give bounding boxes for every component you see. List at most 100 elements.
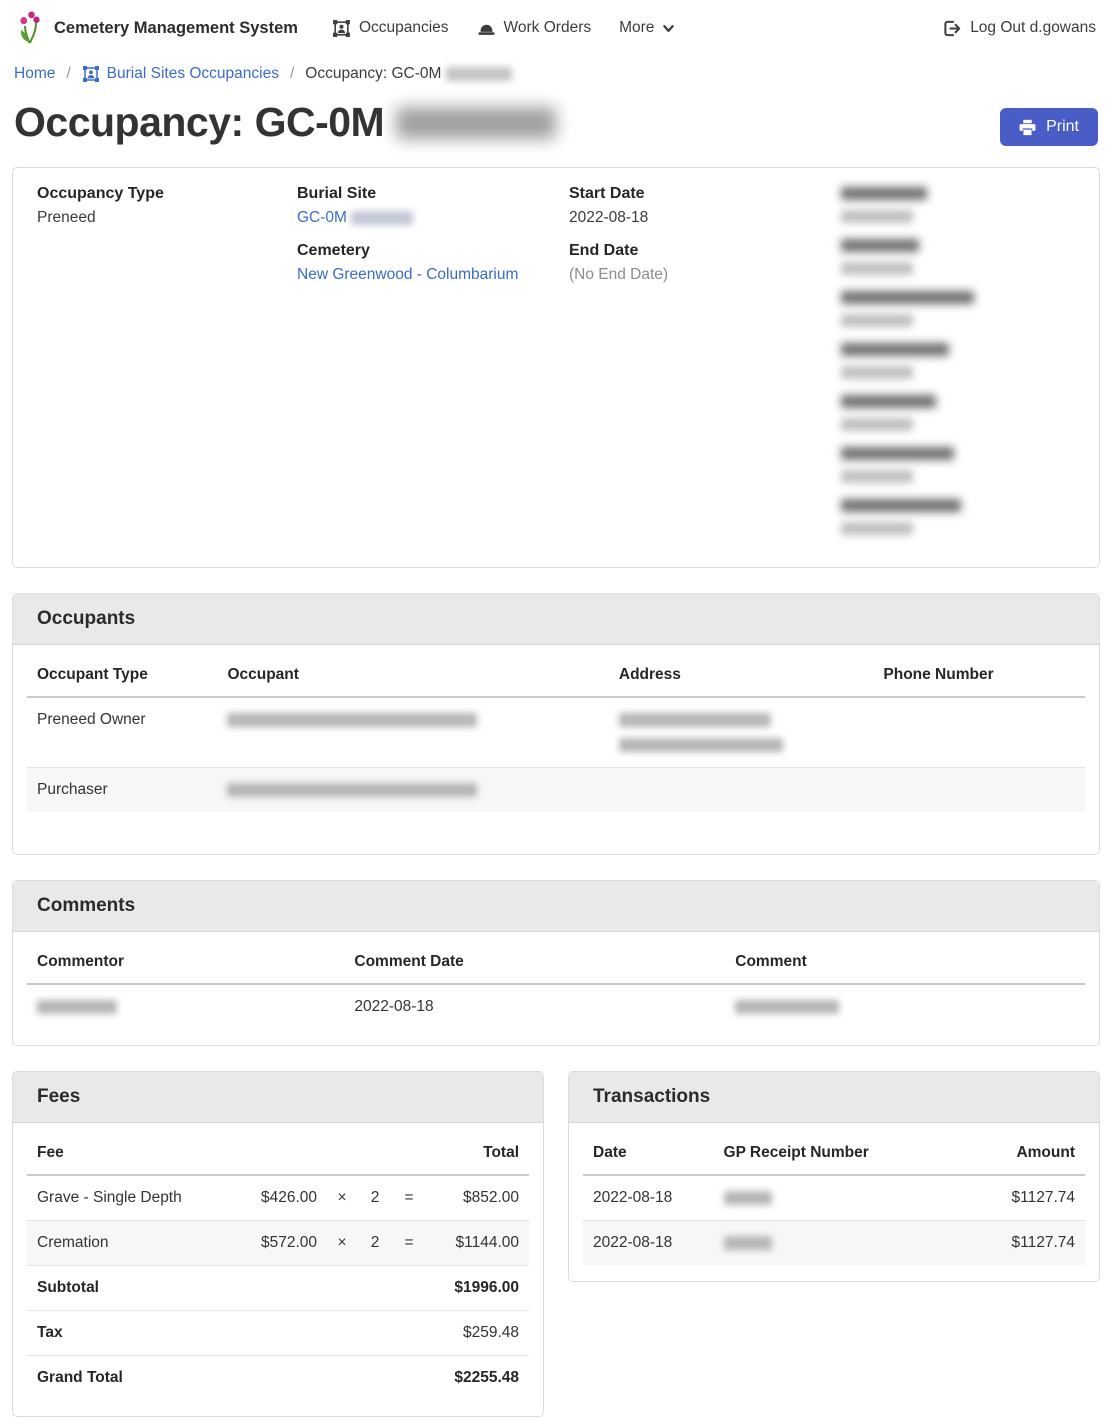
redacted-field [841, 447, 1075, 483]
comments-section-title: Comments [13, 881, 1099, 932]
top-navbar: Cemetery Management System Occupancies W… [0, 0, 1112, 56]
fee-name-cell: Cremation [27, 1221, 235, 1266]
occupancy-plot-icon [332, 19, 351, 38]
occupants-col-type: Occupant Type [27, 651, 217, 697]
occupant-name-cell [217, 697, 608, 768]
tulip-logo-icon [16, 10, 44, 46]
page-title: Occupancy: GC-0M [14, 99, 556, 146]
page-title-text: Occupancy: GC-0M [14, 99, 384, 146]
fee-row: Grave - Single Depth $426.00 × 2 = $852.… [27, 1175, 529, 1221]
transaction-date-cell: 2022-08-18 [583, 1175, 714, 1221]
transaction-row: 2022-08-18 $1127.74 [583, 1175, 1085, 1221]
occupants-col-address: Address [609, 651, 874, 697]
occupant-address-cell [609, 768, 874, 813]
logout-link[interactable]: Log Out d.gowans [942, 19, 1096, 38]
breadcrumb-occupancies-label: Burial Sites Occupancies [107, 65, 279, 83]
occupants-col-phone: Phone Number [873, 651, 1085, 697]
redacted-value [841, 262, 913, 275]
redacted-label [841, 395, 936, 408]
fees-tax-row: Tax $259.48 [27, 1311, 529, 1356]
comments-col-date: Comment Date [344, 938, 725, 984]
comment-row: 2022-08-18 [27, 984, 1085, 1029]
redacted-label [841, 291, 974, 304]
redacted-label [841, 447, 954, 460]
details-column-3: Start Date 2022-08-18 End Date (No End D… [569, 183, 841, 551]
fees-section: Fees Fee Total [12, 1071, 544, 1417]
transactions-section-title: Transactions [569, 1072, 1099, 1123]
fee-total-cell: $852.00 [425, 1175, 529, 1221]
redacted-text [446, 67, 512, 81]
details-column-redacted [841, 183, 1075, 551]
comments-col-comment: Comment [725, 938, 1085, 984]
printer-icon [1019, 119, 1036, 136]
breadcrumb-separator: / [290, 65, 294, 83]
redacted-label [841, 499, 961, 512]
transaction-amount-cell: $1127.74 [934, 1175, 1085, 1221]
occupant-phone-cell [873, 768, 1085, 813]
occupants-section: Occupants Occupant Type Occupant Address… [12, 593, 1100, 855]
transactions-section: Transactions Date GP Receipt Number Amou… [568, 1071, 1100, 1282]
occupant-type-cell: Purchaser [27, 768, 217, 813]
start-date-field: Start Date 2022-08-18 [569, 183, 841, 229]
fee-times-cell: × [327, 1221, 357, 1266]
subtotal-label: Subtotal [27, 1266, 425, 1311]
grand-total-value: $2255.48 [425, 1356, 529, 1401]
fees-subtotal-row: Subtotal $1996.00 [27, 1266, 529, 1311]
redacted-text [724, 1191, 772, 1205]
breadcrumb-current-label: Occupancy: GC-0M [305, 65, 441, 83]
redacted-field [841, 499, 1075, 535]
details-column-2: Burial Site GC-0M Cemetery New Greenwood… [297, 183, 569, 551]
occupant-row: Purchaser [27, 768, 1085, 813]
end-date-label: End Date [569, 240, 841, 262]
comments-section: Comments Commentor Comment Date Comment … [12, 880, 1100, 1046]
print-button[interactable]: Print [1000, 108, 1098, 146]
transaction-receipt-cell [714, 1221, 935, 1266]
chevron-down-icon [662, 22, 675, 35]
cemetery-field: Cemetery New Greenwood - Columbarium [297, 240, 569, 286]
nav-occupancies-label: Occupancies [359, 19, 449, 37]
occupant-name-cell [217, 768, 608, 813]
transaction-date-cell: 2022-08-18 [583, 1221, 714, 1266]
redacted-label [841, 187, 927, 200]
redacted-text [735, 1000, 839, 1014]
details-column-1: Occupancy Type Preneed [37, 183, 297, 551]
fees-col-fee: Fee [27, 1129, 235, 1175]
transaction-row: 2022-08-18 $1127.74 [583, 1221, 1085, 1266]
occupants-col-occupant: Occupant [217, 651, 608, 697]
fees-table: Fee Total Grave - Single Depth $426.00 [27, 1129, 529, 1400]
tax-value: $259.48 [425, 1311, 529, 1356]
comment-date-cell: 2022-08-18 [344, 984, 725, 1029]
redacted-value [841, 470, 913, 483]
nav-occupancies[interactable]: Occupancies [332, 19, 449, 38]
burial-site-label: Burial Site [297, 183, 569, 205]
redacted-text [724, 1236, 772, 1250]
redacted-value [841, 522, 913, 535]
log-out-icon [942, 19, 961, 38]
transactions-col-amount: Amount [934, 1129, 1085, 1175]
subtotal-value: $1996.00 [425, 1266, 529, 1311]
redacted-value [841, 314, 913, 327]
fee-times-cell: × [327, 1175, 357, 1221]
redacted-field [841, 291, 1075, 327]
redacted-field [841, 239, 1075, 275]
fee-name-cell: Grave - Single Depth [27, 1175, 235, 1221]
burial-site-link[interactable]: GC-0M [297, 209, 347, 226]
fee-price-cell: $426.00 [235, 1175, 327, 1221]
breadcrumb-occupancies-link[interactable]: Burial Sites Occupancies [82, 65, 279, 83]
nav-work-orders[interactable]: Work Orders [477, 19, 592, 38]
grand-total-label: Grand Total [27, 1356, 425, 1401]
burial-site-field: Burial Site GC-0M [297, 183, 569, 229]
cemetery-label: Cemetery [297, 240, 569, 262]
nav-more[interactable]: More [619, 19, 675, 37]
occupancy-type-value: Preneed [37, 206, 297, 229]
breadcrumb-current: Occupancy: GC-0M [305, 65, 512, 83]
cemetery-link[interactable]: New Greenwood - Columbarium [297, 266, 518, 283]
breadcrumb-home-link[interactable]: Home [14, 65, 55, 83]
redacted-text [227, 713, 477, 727]
transactions-table: Date GP Receipt Number Amount 2022-08-18… [583, 1129, 1085, 1265]
occupant-address-cell [609, 697, 874, 768]
redacted-field [841, 343, 1075, 379]
occupancy-type-field: Occupancy Type Preneed [37, 183, 297, 229]
fee-equals-cell: = [393, 1175, 425, 1221]
fees-section-title: Fees [13, 1072, 543, 1123]
